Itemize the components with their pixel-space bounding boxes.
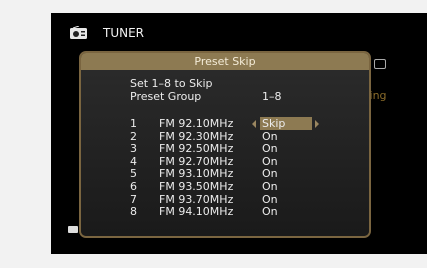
preset-frequency: FM 92.30MHz [159, 129, 234, 143]
preset-number: 6 [130, 180, 137, 193]
tuner-badge-icon [68, 226, 78, 233]
preset-frequency: FM 92.10MHz [159, 117, 234, 130]
preset-row[interactable]: 7 FM 93.70MHz On [81, 192, 369, 206]
preset-number: 2 [130, 129, 137, 143]
preset-frequency: FM 93.50MHz [159, 180, 234, 193]
preset-group-value[interactable]: 1–8 [262, 91, 282, 103]
tuner-radio-icon [70, 26, 87, 39]
preset-status[interactable]: On [262, 155, 278, 168]
preset-row[interactable]: 5 FM 93.10MHz On [81, 168, 369, 180]
preset-frequency: FM 93.70MHz [159, 192, 234, 206]
arrow-left-icon[interactable] [252, 120, 256, 128]
arrow-right-icon[interactable] [315, 120, 319, 128]
preset-row[interactable]: 4 FM 92.70MHz On [81, 154, 369, 168]
preset-group-label: Preset Group [130, 90, 202, 103]
set-skip-label: Set 1–8 to Skip [130, 77, 213, 90]
preset-number: 4 [130, 154, 137, 168]
preset-status[interactable]: On [262, 193, 278, 206]
preset-status[interactable]: On [262, 181, 278, 193]
preset-row[interactable]: 6 FM 93.50MHz On [81, 181, 369, 193]
dialog-body: Set 1–8 to Skip Preset Group 1–8 1 FM 92.… [81, 70, 369, 236]
preset-frequency: FM 92.70MHz [159, 154, 234, 168]
dialog-title: Preset Skip [81, 53, 369, 70]
preset-row[interactable]: 8 FM 94.10MHz On [81, 206, 369, 218]
preset-number: 7 [130, 192, 137, 206]
preset-row[interactable]: 3 FM 92.50MHz On [81, 143, 369, 155]
background-indicator-icon [374, 59, 386, 69]
preset-status[interactable]: Skip [262, 118, 285, 130]
preset-skip-dialog: Preset Skip Set 1–8 to Skip Preset Group… [79, 51, 371, 238]
preset-row[interactable]: 1 FM 92.10MHz Skip [81, 117, 369, 130]
preset-status[interactable]: On [262, 130, 278, 143]
preset-status[interactable]: On [262, 206, 278, 218]
preset-number: 3 [130, 142, 137, 156]
preset-frequency: FM 94.10MHz [159, 205, 234, 219]
preset-status[interactable]: On [262, 168, 278, 180]
preset-status[interactable]: On [262, 143, 278, 155]
preset-row[interactable]: 2 FM 92.30MHz On [81, 129, 369, 143]
preset-number: 5 [130, 167, 137, 181]
preset-number: 1 [130, 117, 137, 130]
source-title: TUNER [103, 26, 145, 40]
preset-number: 8 [130, 205, 137, 219]
preset-frequency: FM 93.10MHz [159, 167, 234, 181]
preset-frequency: FM 92.50MHz [159, 142, 234, 156]
